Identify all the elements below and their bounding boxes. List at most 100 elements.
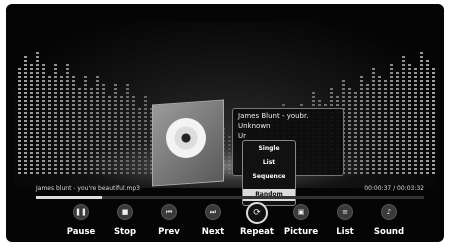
- eq-segment: [36, 136, 39, 138]
- eq-segment: [24, 76, 27, 78]
- eq-segment: [408, 172, 411, 174]
- eq-segment: [144, 128, 147, 130]
- eq-segment: [36, 88, 39, 90]
- eq-segment: [384, 84, 387, 86]
- eq-segment: [360, 100, 363, 102]
- eq-segment: [402, 80, 405, 82]
- stop-label: Stop: [113, 227, 137, 237]
- eq-segment: [96, 128, 99, 130]
- eq-segment: [378, 108, 381, 110]
- eq-segment: [114, 108, 117, 110]
- eq-segment: [42, 116, 45, 118]
- eq-segment: [84, 76, 87, 78]
- eq-segment: [48, 84, 51, 86]
- eq-segment: [48, 92, 51, 94]
- eq-segment: [384, 132, 387, 134]
- eq-segment: [30, 160, 33, 162]
- eq-segment: [366, 128, 369, 130]
- eq-segment: [18, 172, 21, 174]
- eq-segment: [78, 100, 81, 102]
- eq-segment: [132, 112, 135, 114]
- eq-segment: [372, 144, 375, 146]
- eq-segment: [414, 92, 417, 94]
- eq-segment: [420, 60, 423, 62]
- eq-segment: [96, 80, 99, 82]
- eq-segment: [78, 148, 81, 150]
- eq-segment: [36, 80, 39, 82]
- eq-segment: [144, 124, 147, 126]
- eq-segment: [96, 96, 99, 98]
- eq-segment: [66, 120, 69, 122]
- eq-segment: [48, 112, 51, 114]
- eq-segment: [426, 64, 429, 66]
- eq-segment: [72, 112, 75, 114]
- eq-segment: [408, 76, 411, 78]
- eq-segment: [402, 152, 405, 154]
- eq-segment: [378, 112, 381, 114]
- repeat-label: Repeat: [240, 227, 274, 237]
- eq-segment: [90, 148, 93, 150]
- list-icon: ≡: [337, 204, 353, 220]
- eq-segment: [66, 96, 69, 98]
- sound-button[interactable]: ♪ Sound: [368, 202, 410, 242]
- eq-segment: [78, 96, 81, 98]
- eq-segment: [30, 128, 33, 130]
- eq-segment: [54, 144, 57, 146]
- eq-segment: [54, 160, 57, 162]
- eq-segment: [42, 128, 45, 130]
- eq-segment: [114, 136, 117, 138]
- list-button[interactable]: ≡ List: [324, 202, 366, 242]
- eq-segment: [54, 100, 57, 102]
- progress-bar[interactable]: [36, 196, 424, 199]
- eq-segment: [30, 104, 33, 106]
- picture-button[interactable]: ▣ Picture: [280, 202, 322, 242]
- eq-segment: [120, 136, 123, 138]
- eq-segment: [42, 140, 45, 142]
- eq-segment: [114, 88, 117, 90]
- eq-segment: [366, 108, 369, 110]
- prev-button[interactable]: ⏮ Prev: [148, 202, 190, 242]
- eq-segment: [18, 108, 21, 110]
- eq-segment: [102, 100, 105, 102]
- info-title: James Blunt - youbr.: [238, 112, 309, 120]
- eq-segment: [78, 116, 81, 118]
- eq-segment: [66, 168, 69, 170]
- eq-segment: [348, 124, 351, 126]
- eq-segment: [372, 136, 375, 138]
- eq-segment: [84, 112, 87, 114]
- eq-segment: [360, 148, 363, 150]
- pause-button[interactable]: ❚❚ Pause: [60, 202, 102, 242]
- repeat-button[interactable]: ⟳ Repeat: [236, 202, 278, 242]
- repeat-option-sequence[interactable]: Sequence: [243, 171, 295, 183]
- eq-segment: [420, 172, 423, 174]
- eq-segment: [108, 100, 111, 102]
- eq-segment: [432, 112, 435, 114]
- eq-segment: [36, 160, 39, 162]
- eq-segment: [48, 148, 51, 150]
- eq-segment: [90, 88, 93, 90]
- eq-segment: [60, 116, 63, 118]
- eq-segment: [90, 120, 93, 122]
- eq-segment: [138, 140, 141, 142]
- eq-segment: [18, 164, 21, 166]
- eq-segment: [120, 96, 123, 98]
- eq-segment: [102, 96, 105, 98]
- eq-segment: [420, 116, 423, 118]
- eq-segment: [24, 60, 27, 62]
- eq-segment: [102, 124, 105, 126]
- repeat-option-list[interactable]: List: [243, 157, 295, 169]
- next-button[interactable]: ⏭ Next: [192, 202, 234, 242]
- eq-segment: [426, 164, 429, 166]
- eq-segment: [390, 120, 393, 122]
- stop-button[interactable]: ■ Stop: [104, 202, 146, 242]
- eq-segment: [72, 140, 75, 142]
- eq-segment: [396, 164, 399, 166]
- list-label: List: [336, 227, 354, 237]
- eq-segment: [96, 120, 99, 122]
- eq-segment: [408, 108, 411, 110]
- repeat-option-single[interactable]: Single: [243, 143, 295, 155]
- eq-segment: [96, 92, 99, 94]
- eq-segment: [102, 104, 105, 106]
- eq-segment: [396, 172, 399, 174]
- eq-segment: [48, 164, 51, 166]
